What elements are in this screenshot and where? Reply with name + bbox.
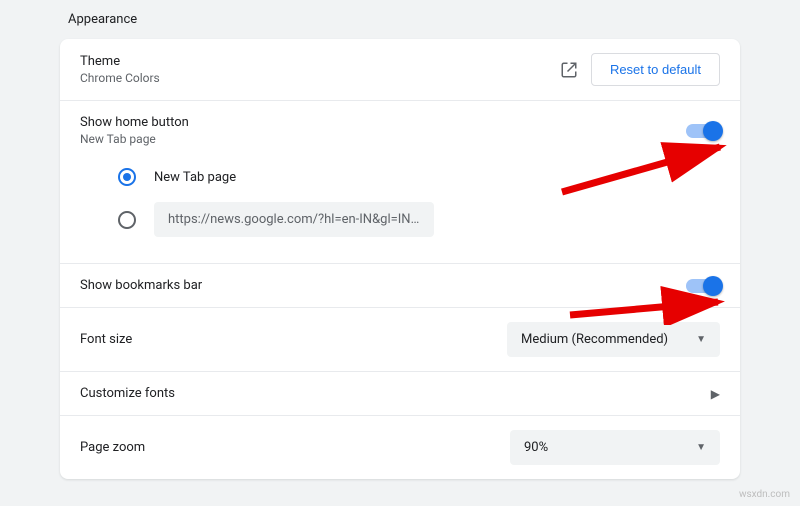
home-options: New Tab page https://news.google.com/?hl… [60,160,740,263]
radio-unselected-icon[interactable] [118,211,136,229]
home-sub: New Tab page [80,132,674,146]
bookmarks-labels: Show bookmarks bar [80,278,674,293]
appearance-card: Theme Chrome Colors Reset to default Sho… [60,39,740,479]
home-option-custom-url[interactable]: https://news.google.com/?hl=en-IN&gl=IN&… [80,194,720,245]
page-zoom-title: Page zoom [80,440,498,455]
font-size-value: Medium (Recommended) [521,332,668,347]
home-option-newtab[interactable]: New Tab page [80,160,720,194]
theme-labels: Theme Chrome Colors [80,54,547,85]
customize-fonts-title: Customize fonts [80,386,699,401]
page-zoom-row[interactable]: Page zoom 90% ▼ [60,415,740,479]
home-url-input[interactable]: https://news.google.com/?hl=en-IN&gl=IN&… [154,202,434,237]
home-title: Show home button [80,115,674,130]
home-button-row: Show home button New Tab page [60,100,740,160]
page-zoom-labels: Page zoom [80,440,498,455]
section-title: Appearance [8,0,792,39]
reset-to-default-button[interactable]: Reset to default [591,53,720,86]
font-size-labels: Font size [80,332,495,347]
bookmarks-bar-toggle[interactable] [686,279,720,293]
watermark: wsxdn.com [739,489,790,500]
page-zoom-select[interactable]: 90% ▼ [510,430,720,465]
customize-fonts-row[interactable]: Customize fonts ▶ [60,371,740,415]
chevron-right-icon: ▶ [711,387,720,401]
font-size-title: Font size [80,332,495,347]
home-labels: Show home button New Tab page [80,115,674,146]
open-external-icon[interactable] [559,60,579,80]
theme-row[interactable]: Theme Chrome Colors Reset to default [60,39,740,100]
bookmarks-title: Show bookmarks bar [80,278,674,293]
customize-fonts-labels: Customize fonts [80,386,699,401]
font-size-row[interactable]: Font size Medium (Recommended) ▼ [60,307,740,371]
caret-down-icon: ▼ [696,334,706,345]
home-button-toggle[interactable] [686,124,720,138]
theme-title: Theme [80,54,547,69]
theme-sub: Chrome Colors [80,71,547,85]
page-zoom-value: 90% [524,440,548,455]
font-size-select[interactable]: Medium (Recommended) ▼ [507,322,720,357]
bookmarks-bar-row: Show bookmarks bar [60,263,740,307]
caret-down-icon: ▼ [696,442,706,453]
home-option-newtab-label: New Tab page [154,170,236,185]
radio-selected-icon[interactable] [118,168,136,186]
